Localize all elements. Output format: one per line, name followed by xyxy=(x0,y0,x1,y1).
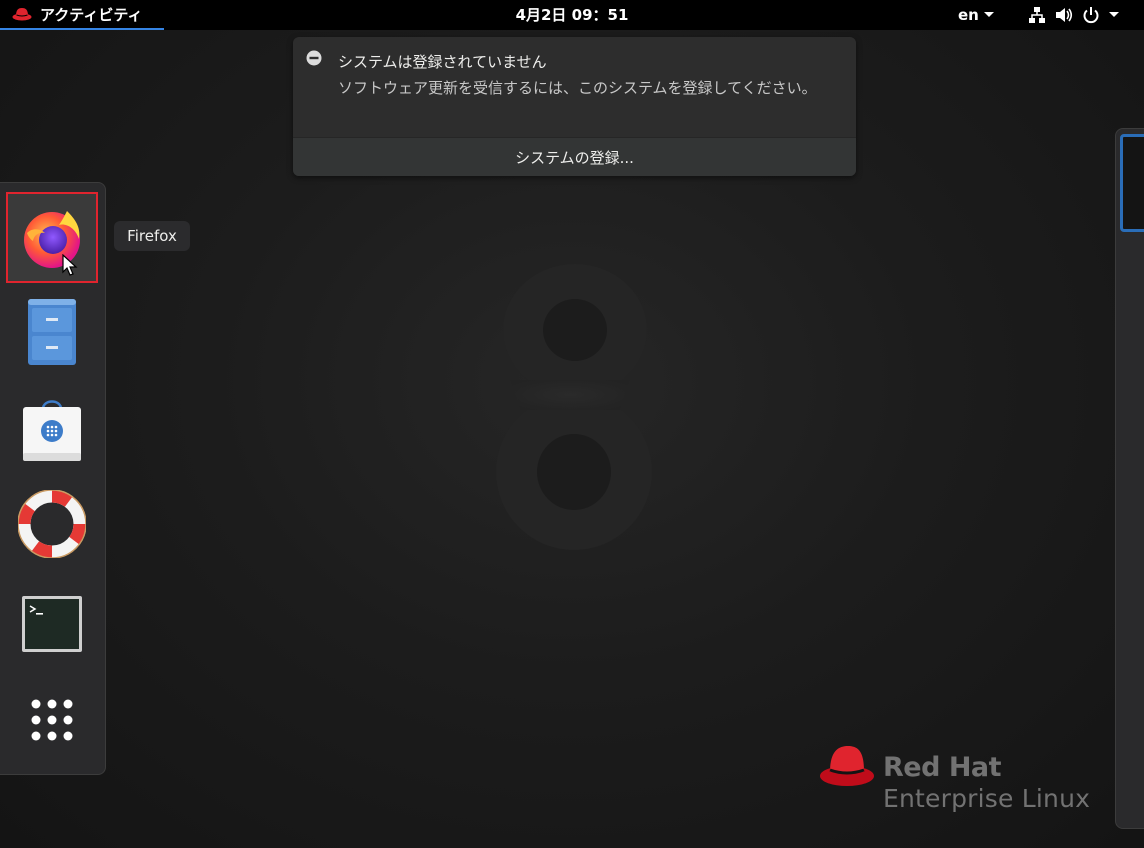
mouse-cursor-icon xyxy=(62,254,78,276)
dash-item-terminal[interactable] xyxy=(6,579,98,669)
clock-label[interactable]: 4月2日 09：51 xyxy=(516,6,629,24)
notification-title: システムは登録されていません xyxy=(338,53,547,71)
brand-line-1: Red Hat xyxy=(883,752,1002,783)
dash-item-help[interactable] xyxy=(6,479,98,569)
software-bag-icon xyxy=(23,400,81,461)
language-selector[interactable]: en xyxy=(958,0,995,30)
dash xyxy=(0,182,106,775)
lifebuoy-icon xyxy=(18,490,86,558)
notification-banner[interactable]: システムは登録されていません ソフトウェア更新を受信するには、このシステムを登録… xyxy=(293,37,856,176)
top-bar: アクティビティ 4月2日 09：51 en xyxy=(0,0,1144,30)
volume-icon xyxy=(1056,8,1073,22)
rhel8-wallpaper-graphic xyxy=(496,264,652,550)
language-label: en xyxy=(958,6,979,24)
notification-body[interactable]: システムは登録されていません ソフトウェア更新を受信するには、このシステムを登録… xyxy=(293,37,856,137)
redhat-logo xyxy=(820,746,874,786)
chevron-down-icon xyxy=(983,12,994,17)
chevron-down-icon xyxy=(1109,12,1119,17)
notification-message: ソフトウェア更新を受信するには、このシステムを登録してください。 xyxy=(338,79,817,97)
brand-line-2: Enterprise Linux xyxy=(883,784,1091,813)
workspace-switcher[interactable] xyxy=(1115,128,1144,829)
dash-item-firefox[interactable] xyxy=(6,192,98,283)
system-tray[interactable] xyxy=(1028,5,1120,25)
register-system-button[interactable]: システムの登録... xyxy=(293,137,856,176)
dash-item-files[interactable] xyxy=(6,287,98,377)
app-grid-icon xyxy=(31,699,73,741)
dash-item-show-applications[interactable] xyxy=(6,675,98,765)
network-icon xyxy=(1029,7,1045,23)
power-icon xyxy=(1083,7,1099,24)
dash-item-software[interactable] xyxy=(6,385,98,475)
terminal-icon xyxy=(22,596,82,652)
file-cabinet-icon xyxy=(28,299,76,365)
blocked-icon xyxy=(306,50,322,66)
workspace-thumbnail[interactable] xyxy=(1120,134,1144,232)
dash-tooltip: Firefox xyxy=(114,221,190,251)
